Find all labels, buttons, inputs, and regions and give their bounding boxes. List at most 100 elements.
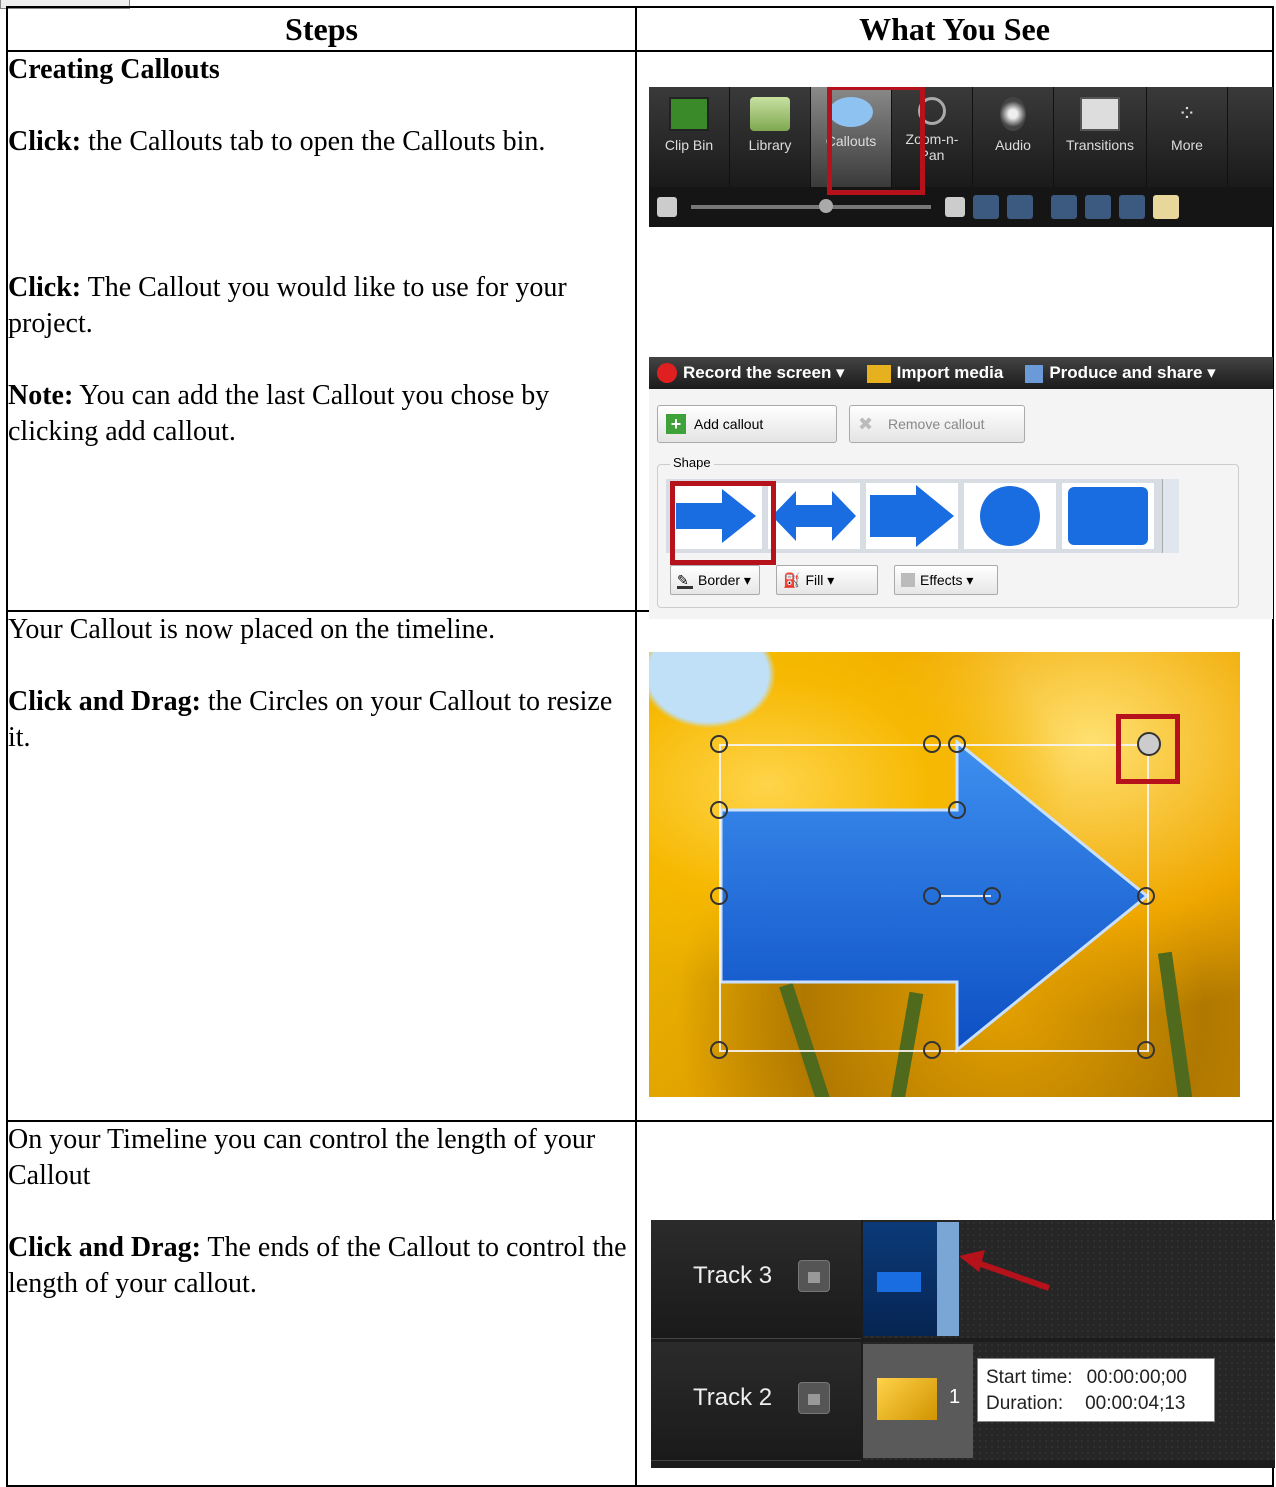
tab-library[interactable]: Library — [730, 87, 811, 187]
fill-bucket-icon: ⛽ — [783, 571, 801, 588]
tab-audio[interactable]: Audio — [973, 87, 1054, 187]
remove-callout-label: Remove callout — [888, 416, 985, 432]
track-2-label: Track 2 — [693, 1384, 773, 1411]
record-bar: Record the screen ▾ Import media Produce… — [649, 357, 1273, 389]
steps-cell-1: Creating Callouts Click: the Callouts ta… — [6, 50, 637, 612]
plus-icon: + — [666, 414, 686, 434]
resize-handle[interactable] — [1137, 887, 1155, 905]
border-label: Border ▾ — [698, 571, 751, 588]
produce-share-button[interactable]: Produce and share ▾ — [1025, 363, 1216, 383]
zoom-in-icon[interactable] — [945, 197, 965, 217]
instruction-label: Click: — [8, 126, 82, 157]
handle-highlight-box — [1116, 714, 1180, 784]
start-time-label: Start time: — [986, 1367, 1073, 1388]
film-icon — [669, 97, 709, 131]
steps-cell-3: On your Timeline you can control the len… — [6, 1120, 637, 1487]
tulip-callout-image — [649, 652, 1240, 1097]
import-folder-icon — [866, 364, 891, 383]
tab-label: Clip Bin — [664, 137, 714, 153]
resize-handle[interactable] — [710, 1041, 728, 1059]
resize-handle[interactable] — [710, 801, 728, 819]
resize-handle[interactable] — [923, 887, 941, 905]
shape-scrollbar[interactable] — [1162, 479, 1179, 553]
red-arrow-icon — [959, 1250, 1050, 1291]
copy-icon[interactable] — [1119, 195, 1145, 219]
shape-chevron-arrow[interactable] — [866, 483, 958, 549]
speaker-icon — [1000, 97, 1026, 131]
tab-label: Transitions — [1066, 137, 1134, 153]
resize-handle[interactable] — [710, 887, 728, 905]
import-label: Import media — [896, 363, 1004, 382]
media-clip[interactable]: 1 — [863, 1344, 973, 1458]
tab-transitions[interactable]: Transitions — [1054, 87, 1147, 187]
split-icon[interactable] — [1085, 195, 1111, 219]
resize-handle[interactable] — [948, 801, 966, 819]
zoom-slider-knob[interactable] — [819, 199, 833, 213]
import-media-button[interactable]: Import media — [866, 363, 1004, 383]
border-icon: ✎ — [677, 572, 693, 589]
track-3-area — [863, 1220, 1275, 1338]
header-steps: Steps — [6, 6, 637, 52]
callout-clip-end-handle[interactable] — [937, 1222, 959, 1336]
resize-handle[interactable] — [923, 1041, 941, 1059]
zoom-out-icon[interactable] — [657, 197, 677, 217]
more-dots-icon: ⁘ — [1177, 101, 1197, 126]
tab-more[interactable]: ⁘ More — [1147, 87, 1228, 187]
shape-double-arrow[interactable] — [768, 483, 860, 549]
track-2-area: 1 Start time: 00:00:00;00 Duration: 00:00:… — [863, 1342, 1275, 1460]
resize-handle[interactable] — [948, 735, 966, 753]
instruction-label: Click and Drag: — [8, 686, 201, 717]
border-dropdown[interactable]: ✎ Border ▾ — [670, 565, 760, 595]
track-3-label: Track 3 — [693, 1262, 773, 1289]
lock-icon[interactable] — [798, 1382, 830, 1414]
undo-icon[interactable] — [973, 195, 999, 219]
start-time-value: 00:00:00;00 — [1086, 1367, 1187, 1388]
callout-clip-thumbnail — [877, 1272, 921, 1292]
timeline-panel: Track 3 Track 2 1 Start time: 00:00:00;0… — [651, 1220, 1275, 1468]
shape-group: Shape ✎ Border ▾ ⛽ Fill ▾ Effects ▾ — [657, 455, 1239, 608]
transitions-icon — [1080, 97, 1120, 131]
shape-circle[interactable] — [964, 483, 1056, 549]
resize-handle[interactable] — [983, 887, 1001, 905]
steps-table: Steps What You See Creating Callouts Cli… — [6, 6, 1275, 1487]
remove-x-icon: ✖ — [858, 414, 874, 434]
callout-panel: + Add callout ✖ Remove callout Shape ✎ B… — [649, 389, 1273, 619]
fill-label: Fill ▾ — [805, 571, 835, 588]
track-3-header: Track 3 — [651, 1220, 861, 1339]
produce-label: Produce and share ▾ — [1049, 363, 1216, 382]
arrow-highlight-box — [670, 481, 776, 565]
clip-tooltip: Start time: 00:00:00;00 Duration: 00:00:04… — [977, 1358, 1215, 1422]
record-button[interactable]: Record the screen ▾ — [657, 363, 845, 384]
instruction-label: Click and Drag: — [8, 1232, 201, 1263]
see-cell-3: Track 3 Track 2 1 Start time: 00:00:00;0… — [635, 1120, 1275, 1487]
lock-icon[interactable] — [798, 1260, 830, 1292]
cut-icon[interactable] — [1051, 195, 1077, 219]
resize-handle[interactable] — [710, 735, 728, 753]
redo-icon[interactable] — [1007, 195, 1033, 219]
record-icon — [657, 363, 677, 384]
folder-icon — [750, 97, 790, 131]
add-callout-label: Add callout — [694, 416, 764, 432]
tab-clip-bin[interactable]: Clip Bin — [649, 87, 730, 187]
shape-legend: Shape — [670, 455, 714, 470]
camtasia-toolbar: Clip Bin Library Callouts Zoom-n- Pan Au… — [649, 87, 1273, 227]
paste-icon[interactable] — [1153, 195, 1179, 219]
tulip-thumbnail — [877, 1378, 937, 1420]
steps-cell-2: Your Callout is now placed on the timeli… — [6, 610, 637, 1122]
add-callout-button[interactable]: + Add callout — [657, 405, 837, 443]
callout-clip[interactable] — [863, 1222, 959, 1336]
fill-dropdown[interactable]: ⛽ Fill ▾ — [776, 565, 878, 595]
effects-dropdown[interactable]: Effects ▾ — [894, 565, 998, 595]
track-2-header: Track 2 — [651, 1342, 861, 1461]
tab-label: More — [1171, 137, 1203, 153]
callouts-highlight-box — [827, 87, 925, 195]
section-title: Creating Callouts — [8, 54, 220, 85]
resize-handle[interactable] — [923, 735, 941, 753]
produce-icon — [1025, 364, 1044, 383]
zoom-slider[interactable] — [691, 199, 931, 213]
resize-handle[interactable] — [1137, 1041, 1155, 1059]
instruction-label: Click: — [8, 272, 82, 303]
shape-rectangle[interactable] — [1062, 483, 1154, 549]
clip-number: 1 — [949, 1386, 961, 1408]
remove-callout-button[interactable]: ✖ Remove callout — [849, 405, 1025, 443]
